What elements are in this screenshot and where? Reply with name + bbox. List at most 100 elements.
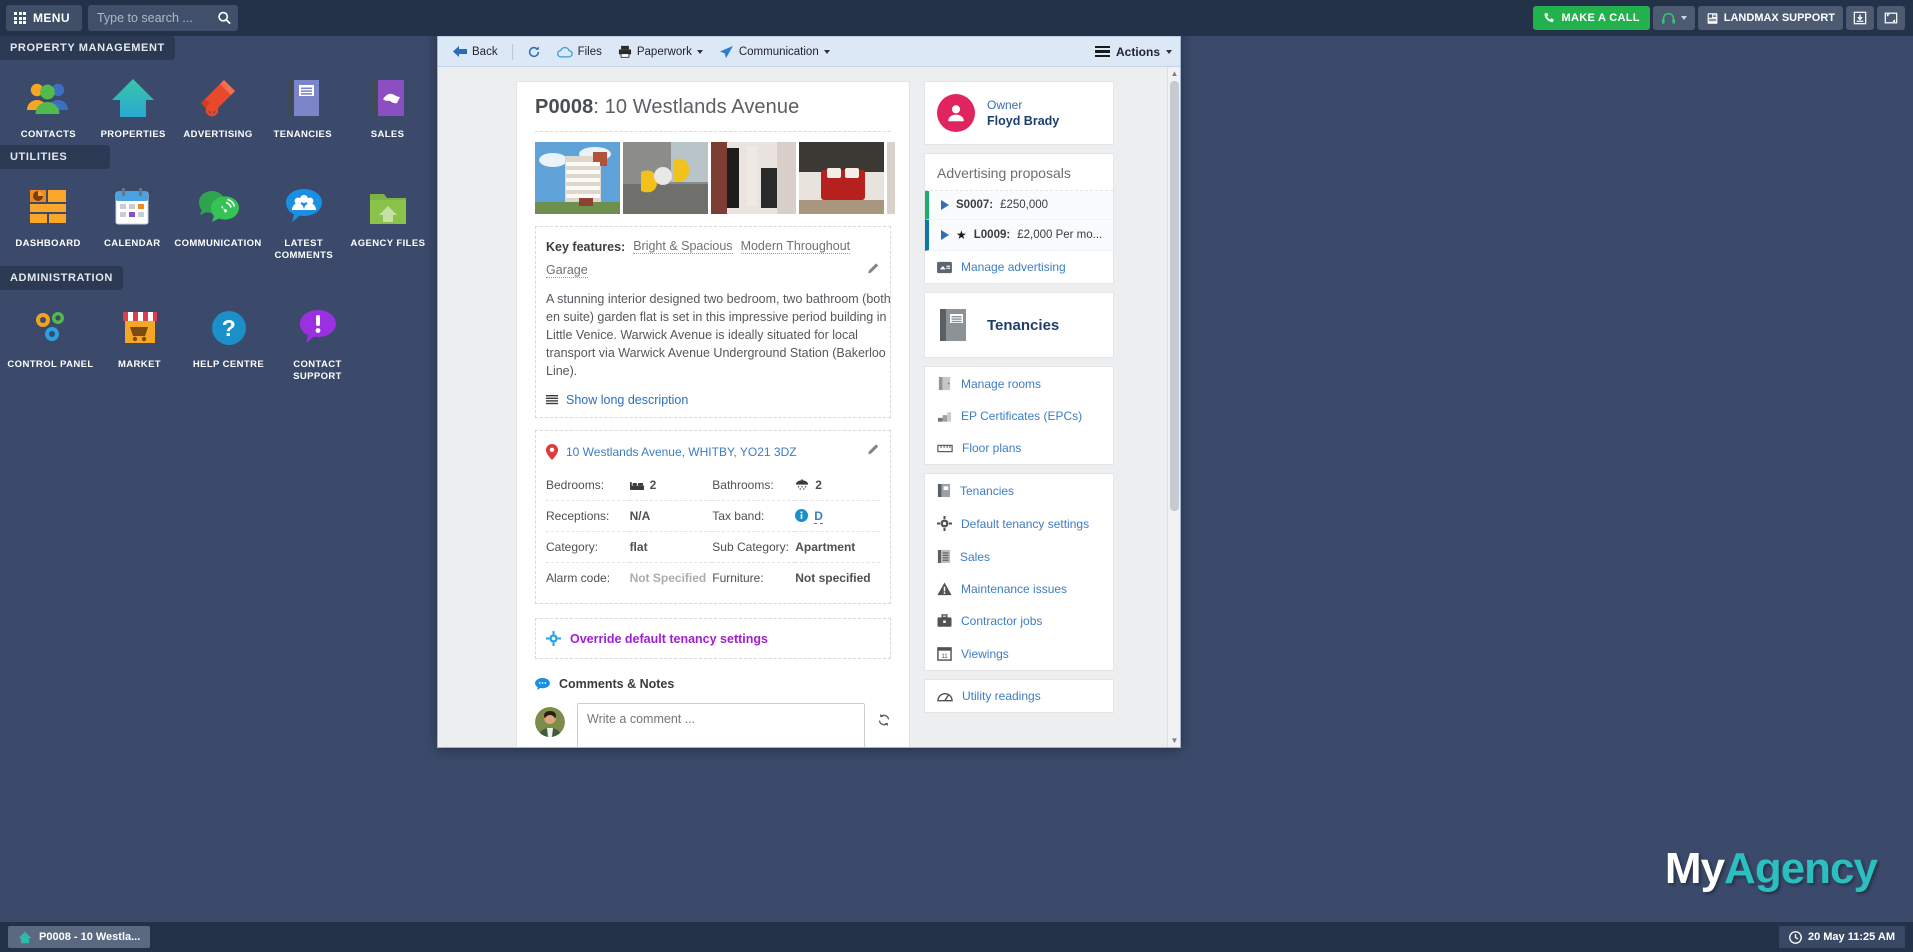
show-long-description-row[interactable]: Show long description	[546, 393, 880, 407]
comment-input[interactable]	[577, 703, 865, 747]
communication-button[interactable]: Communication	[712, 42, 837, 62]
contractor-jobs-link[interactable]: Contractor jobs	[925, 605, 1113, 637]
key-feature-tag: Garage	[546, 263, 588, 278]
proposal-item-sale[interactable]: S0007: £250,000	[925, 191, 1113, 220]
tile-calendar[interactable]: CALENDAR	[90, 179, 174, 262]
tile-latest-comments[interactable]: LATEST COMMENTS	[262, 179, 346, 262]
headset-dropdown-button[interactable]	[1653, 6, 1695, 30]
expand-icon[interactable]	[941, 230, 949, 240]
photo-thumbnail[interactable]	[711, 142, 796, 214]
override-tenancy-settings-link[interactable]: Override default tenancy settings	[570, 632, 768, 646]
show-long-description-link[interactable]: Show long description	[566, 393, 688, 407]
tile-label: TENANCIES	[260, 129, 345, 141]
tile-communication[interactable]: COMMUNICATION	[174, 179, 261, 262]
download-icon	[1853, 11, 1867, 25]
manage-rooms-link[interactable]: Manage rooms	[925, 367, 1113, 400]
table-row: Category: flat Sub Category: Apartment	[546, 532, 880, 563]
comments-heading: Comments & Notes	[535, 677, 891, 691]
tile-market[interactable]: MARKET	[95, 300, 184, 383]
tax-band-value[interactable]: D	[814, 509, 823, 524]
detail-key: Sub Category:	[712, 532, 795, 563]
taskbar-item-label: P0008 - 10 Westla...	[39, 931, 140, 943]
menu-button[interactable]: MENU	[6, 5, 82, 31]
search-input[interactable]	[88, 5, 238, 31]
link-label: Floor plans	[962, 441, 1021, 455]
scroll-down-icon[interactable]: ▼	[1168, 734, 1180, 747]
download-button[interactable]	[1846, 6, 1874, 30]
tenancies-link[interactable]: Tenancies	[925, 474, 1113, 507]
photo-thumbnail[interactable]	[799, 142, 884, 214]
receptions-value: N/A	[630, 501, 713, 532]
photo-thumbnail[interactable]: ›	[887, 142, 895, 214]
expand-icon[interactable]	[941, 200, 949, 210]
tile-dashboard[interactable]: DASHBOARD	[6, 179, 90, 262]
paperwork-button[interactable]: Paperwork	[611, 42, 710, 61]
utility-readings-link[interactable]: Utility readings	[925, 680, 1113, 712]
global-search[interactable]	[88, 5, 238, 31]
viewings-link[interactable]: 11 Viewings	[925, 637, 1113, 670]
desktop-background: MENU MAKE A CALL	[0, 0, 1913, 952]
files-button[interactable]: Files	[550, 43, 609, 61]
back-button[interactable]: Back	[446, 43, 505, 61]
search-icon[interactable]	[217, 11, 232, 26]
tenancies-header-card[interactable]: Tenancies	[924, 292, 1114, 358]
refresh-comments-button[interactable]	[877, 713, 891, 732]
fullscreen-button[interactable]	[1877, 6, 1905, 30]
sales-link[interactable]: Sales	[925, 540, 1113, 573]
key-features-section: Key features: Bright & Spacious Modern T…	[535, 226, 891, 418]
info-icon[interactable]	[795, 509, 808, 522]
maintenance-issues-link[interactable]: Maintenance issues	[925, 573, 1113, 605]
tile-control-panel[interactable]: CONTROL PANEL	[6, 300, 95, 383]
advertising-proposals-heading: Advertising proposals	[925, 154, 1113, 191]
cloud-icon	[557, 46, 573, 58]
tile-properties[interactable]: PROPERTIES	[91, 70, 176, 141]
support-account-button[interactable]: LANDMAX SUPPORT	[1698, 6, 1843, 30]
link-label: Utility readings	[962, 689, 1041, 703]
default-tenancy-settings-link[interactable]: Default tenancy settings	[925, 507, 1113, 540]
clock-label: 20 May 11:25 AM	[1808, 931, 1895, 943]
tile-sales[interactable]: SALES	[345, 70, 430, 141]
tile-contact-support[interactable]: CONTACT SUPPORT	[273, 300, 362, 383]
key-features-row: Key features: Bright & Spacious Modern T…	[546, 239, 880, 279]
actions-button[interactable]: Actions	[1095, 45, 1172, 59]
override-tenancy-settings-section[interactable]: Override default tenancy settings	[535, 618, 891, 659]
owner-card[interactable]: Owner Floyd Brady	[924, 81, 1114, 145]
make-a-call-label: MAKE A CALL	[1562, 12, 1640, 24]
scrollbar-thumb[interactable]	[1170, 81, 1179, 511]
floor-plans-link[interactable]: Floor plans	[925, 432, 1113, 464]
photo-thumbnail[interactable]	[535, 142, 620, 214]
taskbar-item-property[interactable]: P0008 - 10 Westla...	[8, 926, 150, 948]
link-label: Viewings	[961, 647, 1009, 661]
tile-help-centre[interactable]: ? HELP CENTRE	[184, 300, 273, 383]
owner-name: Floyd Brady	[987, 114, 1059, 128]
photo-gallery[interactable]: ›	[535, 142, 895, 214]
photo-thumbnail[interactable]	[623, 142, 708, 214]
agency-files-icon	[346, 183, 430, 231]
property-address-link[interactable]: 10 Westlands Avenue, WHITBY, YO21 3DZ	[566, 445, 797, 459]
edit-address-button[interactable]	[866, 443, 880, 460]
detail-key: Category:	[546, 532, 630, 563]
window-scrollbar[interactable]: ▲ ▼	[1167, 67, 1180, 747]
link-label: EP Certificates (EPCs)	[961, 409, 1082, 423]
tile-agency-files[interactable]: AGENCY FILES	[346, 179, 430, 262]
tile-contacts[interactable]: CONTACTS	[6, 70, 91, 141]
tile-advertising[interactable]: ADVERTISING	[176, 70, 261, 141]
tile-label: LATEST COMMENTS	[262, 238, 346, 262]
edit-key-features-button[interactable]	[866, 262, 880, 279]
svg-text:?: ?	[221, 315, 235, 341]
taskbar-clock[interactable]: 20 May 11:25 AM	[1779, 926, 1905, 948]
refresh-button[interactable]	[520, 42, 548, 62]
tile-tenancies[interactable]: TENANCIES	[260, 70, 345, 141]
latest-comments-icon	[262, 183, 346, 231]
make-a-call-button[interactable]: MAKE A CALL	[1533, 6, 1650, 30]
manage-advertising-link[interactable]: Manage advertising	[925, 251, 1113, 283]
gear-icon	[937, 516, 952, 531]
refresh-icon	[527, 45, 541, 59]
epc-link[interactable]: EP Certificates (EPCs)	[925, 400, 1113, 432]
properties-icon	[91, 74, 176, 122]
key-features-label: Key features:	[546, 240, 625, 254]
proposal-item-letting[interactable]: ★ L0009: £2,000 Per mo...	[925, 220, 1113, 251]
scroll-up-icon[interactable]: ▲	[1168, 67, 1180, 80]
star-icon: ★	[956, 228, 967, 242]
list-icon	[937, 549, 951, 564]
